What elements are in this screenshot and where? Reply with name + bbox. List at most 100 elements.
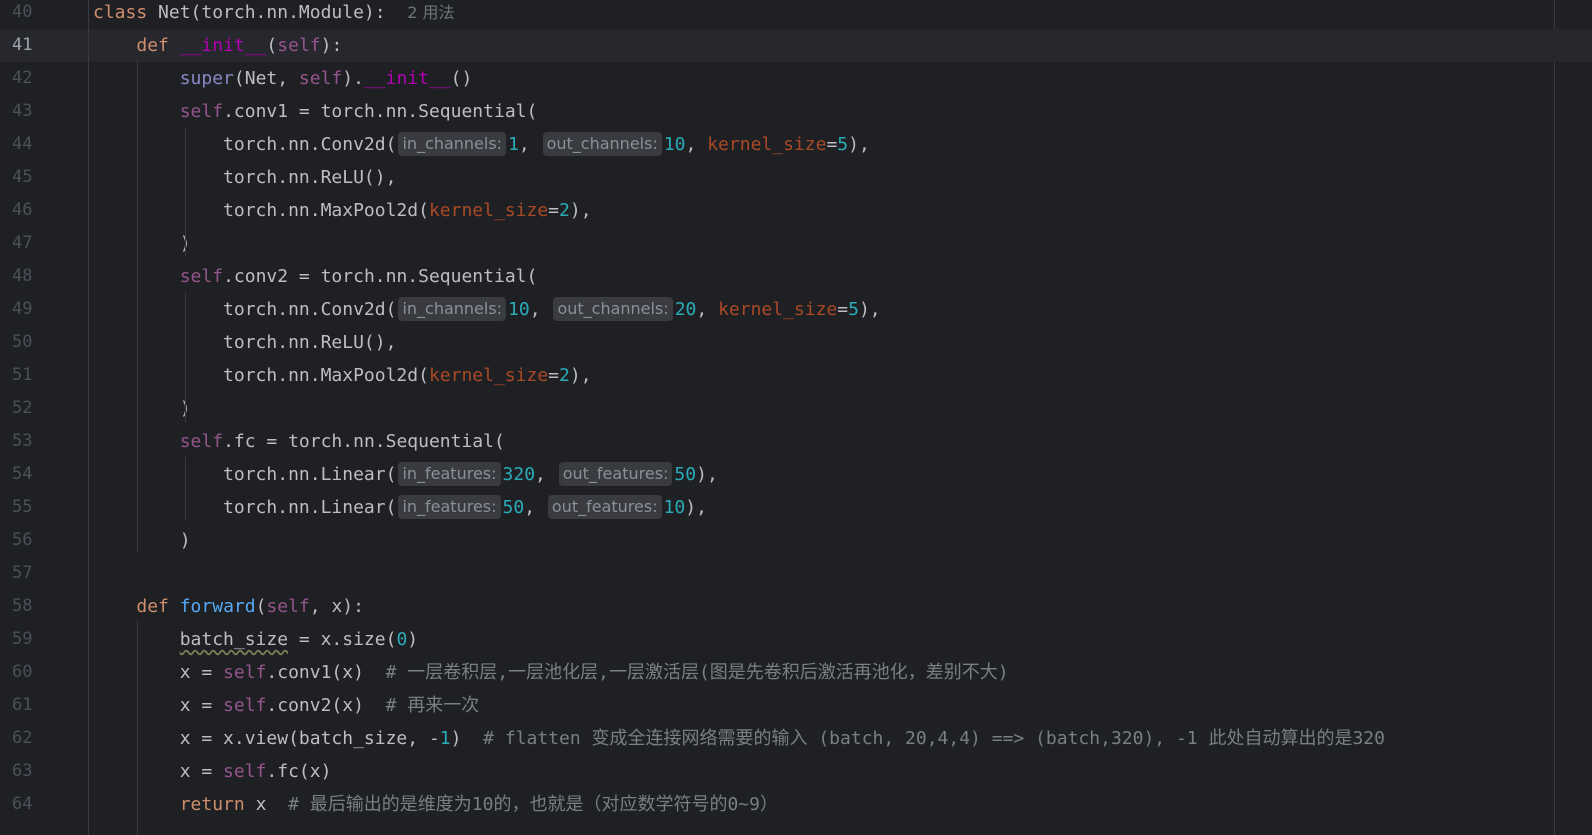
code-token: ),: [685, 497, 707, 518]
code-line[interactable]: 48 self.conv2 = torch.nn.Sequential(: [0, 260, 1592, 293]
code-token: torch.nn.Conv2d(: [93, 299, 397, 320]
code-text: x = self.conv2(x) # 再来一次: [93, 689, 480, 722]
indent-guide: [185, 292, 186, 422]
line-number: 53: [12, 431, 33, 451]
code-token: ).: [342, 68, 364, 89]
code-token: 1: [439, 728, 451, 749]
line-number: 63: [12, 761, 33, 781]
code-token: self: [179, 431, 224, 452]
code-token: ,: [696, 299, 719, 320]
code-token: self: [277, 35, 321, 56]
code-line[interactable]: 46 torch.nn.MaxPool2d(kernel_size=2),: [0, 194, 1592, 227]
code-line[interactable]: 55 torch.nn.Linear(in_features: 50, out_f…: [0, 491, 1592, 524]
code-line[interactable]: 57: [0, 557, 1592, 590]
code-token: .conv1 = torch.nn.Sequential(: [223, 101, 538, 122]
code-token: self: [179, 101, 224, 122]
code-line[interactable]: 43 self.conv1 = torch.nn.Sequential(: [0, 95, 1592, 128]
line-number: 40: [12, 2, 33, 22]
code-text: super(Net, self).__init__(): [93, 62, 473, 95]
code-text: x = self.conv1(x) # 一层卷积层,一层池化层,一层激活层(图是…: [93, 656, 1009, 689]
usage-hint[interactable]: 2 用法: [407, 3, 454, 22]
code-line[interactable]: 59 batch_size = x.size(0): [0, 623, 1592, 656]
indent-guide: [137, 60, 138, 552]
code-token: super: [179, 68, 234, 89]
line-number: 59: [12, 629, 33, 649]
code-line[interactable]: 50 torch.nn.ReLU(),: [0, 326, 1592, 359]
code-line[interactable]: 41 def __init__(self):: [0, 29, 1592, 62]
code-token: __init__: [363, 68, 451, 89]
code-text: x = self.fc(x): [93, 755, 332, 788]
code-token: kernel_size: [428, 365, 549, 386]
code-text: class Net(torch.nn.Module): 2 用法: [93, 0, 455, 29]
code-line[interactable]: 47 ): [0, 227, 1592, 260]
code-token: (: [255, 596, 267, 617]
code-editor[interactable]: 40 class Net(torch.nn.Module): 2 用法 41 def…: [0, 0, 1592, 835]
code-text: torch.nn.MaxPool2d(kernel_size=2),: [93, 194, 592, 227]
line-number: 50: [12, 332, 33, 352]
code-line[interactable]: 64 return x # 最后输出的是维度为10的，也就是（对应数学符号的0~…: [0, 788, 1592, 821]
line-number: 45: [12, 167, 33, 187]
code-token: kernel_size: [718, 299, 838, 320]
code-text: batch_size = x.size(0): [93, 623, 418, 656]
code-text: torch.nn.Conv2d(in_channels: 1, out_chann…: [93, 128, 870, 161]
code-token: 2: [559, 200, 570, 221]
code-token: self: [223, 695, 267, 716]
code-token: .conv1(x): [266, 662, 386, 683]
code-line[interactable]: 56 ): [0, 524, 1592, 557]
code-line[interactable]: 45 torch.nn.ReLU(),: [0, 161, 1592, 194]
code-line[interactable]: 52 ): [0, 392, 1592, 425]
code-token: 5: [848, 299, 859, 320]
indent-guide: [88, 0, 89, 835]
code-token: ,: [685, 134, 708, 155]
code-token: # 再来一次: [385, 695, 480, 716]
code-text: self.fc = torch.nn.Sequential(: [93, 425, 505, 458]
code-line[interactable]: 62 x = x.view(batch_size, -1) # flatten …: [0, 722, 1592, 755]
code-line[interactable]: 58 def forward(self, x):: [0, 590, 1592, 623]
code-line[interactable]: 51 torch.nn.MaxPool2d(kernel_size=2),: [0, 359, 1592, 392]
code-token: =: [837, 299, 849, 320]
code-line[interactable]: 53 self.fc = torch.nn.Sequential(: [0, 425, 1592, 458]
code-token: .conv2(x): [266, 695, 386, 716]
code-token: self: [298, 68, 343, 89]
code-token: torch.nn.MaxPool2d(: [93, 200, 429, 221]
code-line[interactable]: 61 x = self.conv2(x) # 再来一次: [0, 689, 1592, 722]
code-token: ): [93, 398, 191, 419]
code-token: ): [407, 629, 419, 650]
line-number: 54: [12, 464, 33, 484]
code-line[interactable]: 54 torch.nn.Linear(in_features: 320, out_…: [0, 458, 1592, 491]
parameter-hint: out_features:: [558, 462, 673, 486]
code-token: 0: [396, 629, 408, 650]
line-number: 41: [12, 35, 33, 55]
code-token: 320: [502, 464, 536, 485]
code-token: self: [223, 761, 267, 782]
code-text: torch.nn.ReLU(),: [93, 326, 396, 359]
code-token: ,: [535, 464, 557, 485]
code-token: .conv2 = torch.nn.Sequential(: [223, 266, 538, 287]
code-token: ),: [858, 299, 881, 320]
code-token: ,: [524, 497, 546, 518]
line-number: 42: [12, 68, 33, 88]
code-token: ),: [696, 464, 718, 485]
code-text: ): [93, 227, 191, 260]
line-number: 46: [12, 200, 33, 220]
code-token: x: [244, 794, 289, 815]
code-token: def: [136, 35, 169, 56]
code-line[interactable]: 40 class Net(torch.nn.Module): 2 用法: [0, 0, 1592, 29]
indent-guide: [137, 621, 138, 835]
code-line[interactable]: 44 torch.nn.Conv2d(in_channels: 1, out_ch…: [0, 128, 1592, 161]
code-token: self: [266, 596, 310, 617]
code-token: (): [450, 68, 473, 89]
code-token: ):: [320, 35, 343, 56]
code-line[interactable]: 60 x = self.conv1(x) # 一层卷积层,一层池化层,一层激活层…: [0, 656, 1592, 689]
code-line[interactable]: 63 x = self.fc(x): [0, 755, 1592, 788]
code-token: 50: [502, 497, 525, 518]
code-token: forward: [179, 596, 256, 617]
line-number: 49: [12, 299, 33, 319]
code-line[interactable]: 49 torch.nn.Conv2d(in_channels: 10, out_c…: [0, 293, 1592, 326]
code-token: ,: [529, 299, 552, 320]
code-line[interactable]: 42 super(Net, self).__init__(): [0, 62, 1592, 95]
line-number: 47: [12, 233, 33, 253]
code-token: Net(torch.nn.Module):: [147, 2, 408, 23]
code-token: =: [548, 200, 560, 221]
